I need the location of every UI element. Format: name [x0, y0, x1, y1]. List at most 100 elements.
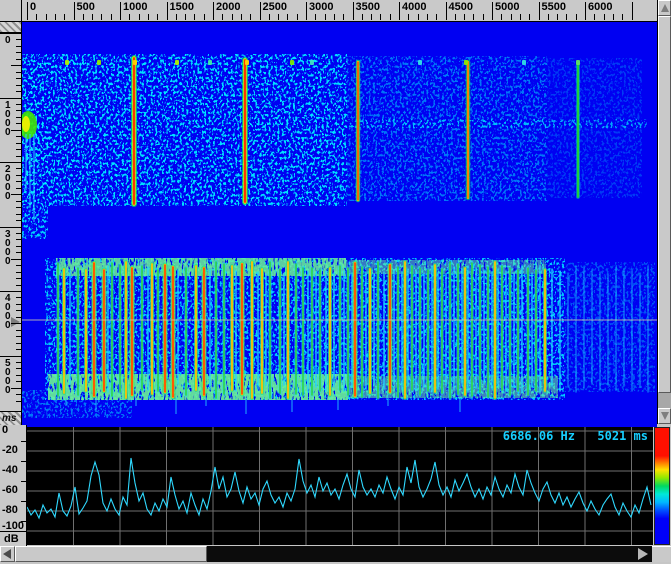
time-minor-tick	[16, 91, 21, 92]
freq-tick-label: 1000	[123, 1, 147, 13]
time-minor-tick	[16, 394, 21, 395]
freq-major-tick	[167, 2, 168, 20]
freq-minor-tick	[473, 14, 474, 20]
time-mid-tick	[11, 259, 21, 260]
time-minor-tick	[16, 214, 21, 215]
scroll-down-button[interactable]	[658, 408, 671, 424]
right-arrow-icon[interactable]	[638, 548, 648, 560]
time-minor-tick	[16, 156, 21, 157]
freq-minor-tick	[241, 14, 242, 20]
time-ruler-top-hatch	[0, 22, 21, 33]
horizontal-scrollbar[interactable]	[0, 546, 671, 562]
time-minor-tick	[16, 401, 21, 402]
freq-minor-tick	[92, 14, 93, 20]
time-minor-tick	[16, 272, 21, 273]
freq-tick-label: 5000	[495, 1, 519, 13]
freq-minor-tick	[418, 14, 419, 20]
freq-tick-label: 1500	[170, 1, 194, 13]
onset-dot	[290, 60, 294, 65]
freq-tick-label: 500	[77, 1, 95, 13]
freq-minor-tick	[55, 14, 56, 20]
db-tick-label: -60	[2, 484, 18, 496]
vertical-scrollbar[interactable]	[657, 0, 671, 424]
onset-dot	[310, 60, 314, 65]
onset-dot	[576, 60, 580, 65]
freq-minor-tick	[604, 14, 605, 20]
db-minor-tick	[21, 481, 26, 482]
freq-minor-tick	[594, 14, 595, 20]
freq-tick-label: 2500	[263, 1, 287, 13]
time-minor-tick	[16, 188, 21, 189]
time-mid-tick	[11, 388, 21, 389]
time-mid-tick	[11, 65, 21, 66]
time-minor-tick	[16, 368, 21, 369]
frequency-unit-label: Hz	[634, 1, 657, 13]
spectrogram-waterfall[interactable]	[22, 22, 657, 427]
freq-minor-tick	[334, 14, 335, 20]
time-minor-tick	[16, 149, 21, 150]
scroll-up-button[interactable]	[658, 0, 671, 16]
time-major-tick	[0, 356, 21, 357]
onset-dot	[522, 60, 526, 65]
band-texture	[346, 260, 546, 274]
time-minor-tick	[16, 336, 21, 337]
time-cursor-marker-icon[interactable]	[11, 317, 20, 327]
time-minor-tick	[16, 201, 21, 202]
frequency-readout: 6686.06 Hz	[440, 429, 575, 443]
time-minor-tick	[16, 252, 21, 253]
freq-minor-tick	[148, 14, 149, 20]
onset-dot	[97, 60, 101, 65]
frequency-ruler[interactable]: Hz 0500100015002000250030003500400045005…	[22, 0, 657, 22]
freq-minor-tick	[269, 14, 270, 20]
freq-tick-label: 4000	[402, 1, 426, 13]
spectrogram-application-window: Hz 0500100015002000250030003500400045005…	[0, 0, 671, 564]
freq-minor-tick	[464, 14, 465, 20]
time-minor-tick	[16, 39, 21, 40]
vertical-scrollbar-thumb[interactable]	[658, 16, 671, 393]
db-tick-label: -40	[2, 464, 18, 476]
color-scale-bar[interactable]	[654, 427, 670, 545]
freq-minor-tick	[250, 14, 251, 20]
freq-minor-tick	[232, 14, 233, 20]
left-arrow-icon	[3, 549, 11, 559]
time-minor-tick	[16, 362, 21, 363]
time-minor-tick	[16, 181, 21, 182]
onset-dot	[464, 60, 468, 65]
time-minor-tick	[16, 310, 21, 311]
time-ruler[interactable]: ms 01 0 0 02 0 0 03 0 0 04 0 0 05 0 0 0	[0, 22, 22, 425]
freq-minor-tick	[194, 14, 195, 20]
freq-minor-tick	[176, 14, 177, 20]
db-ruler[interactable]: dB 0-20-40-60-80-100	[0, 425, 27, 546]
freq-minor-tick	[297, 14, 298, 20]
freq-minor-tick	[101, 14, 102, 20]
time-minor-tick	[16, 375, 21, 376]
db-minor-tick	[21, 501, 26, 502]
time-minor-tick	[16, 143, 21, 144]
freq-major-tick	[353, 2, 354, 20]
time-minor-tick	[16, 123, 21, 124]
horizontal-scrollbar-thumb[interactable]	[15, 546, 207, 562]
freq-minor-tick	[83, 14, 84, 20]
freq-minor-tick	[362, 14, 363, 20]
low-freq-burst-core	[22, 116, 30, 132]
down-arrow-icon	[661, 412, 669, 420]
db-unit-label: dB	[0, 531, 30, 547]
time-tick-label: 0	[5, 36, 11, 45]
freq-major-tick	[585, 2, 586, 20]
onset-dot	[208, 60, 212, 65]
freq-minor-tick	[613, 14, 614, 20]
time-major-tick	[0, 162, 21, 163]
scroll-left-button[interactable]	[0, 546, 15, 562]
freq-tick-label: 3000	[309, 1, 333, 13]
freq-minor-tick	[566, 14, 567, 20]
onset-dot	[245, 60, 249, 65]
ruler-corner-box	[0, 0, 22, 22]
time-minor-tick	[16, 85, 21, 86]
time-minor-tick	[16, 297, 21, 298]
freq-major-tick	[120, 2, 121, 20]
spectrum-panel[interactable]: 6686.06 Hz 5021 ms	[27, 427, 653, 545]
freq-major-tick	[632, 2, 633, 20]
freq-minor-tick	[427, 14, 428, 20]
time-minor-tick	[16, 265, 21, 266]
time-minor-tick	[16, 278, 21, 279]
